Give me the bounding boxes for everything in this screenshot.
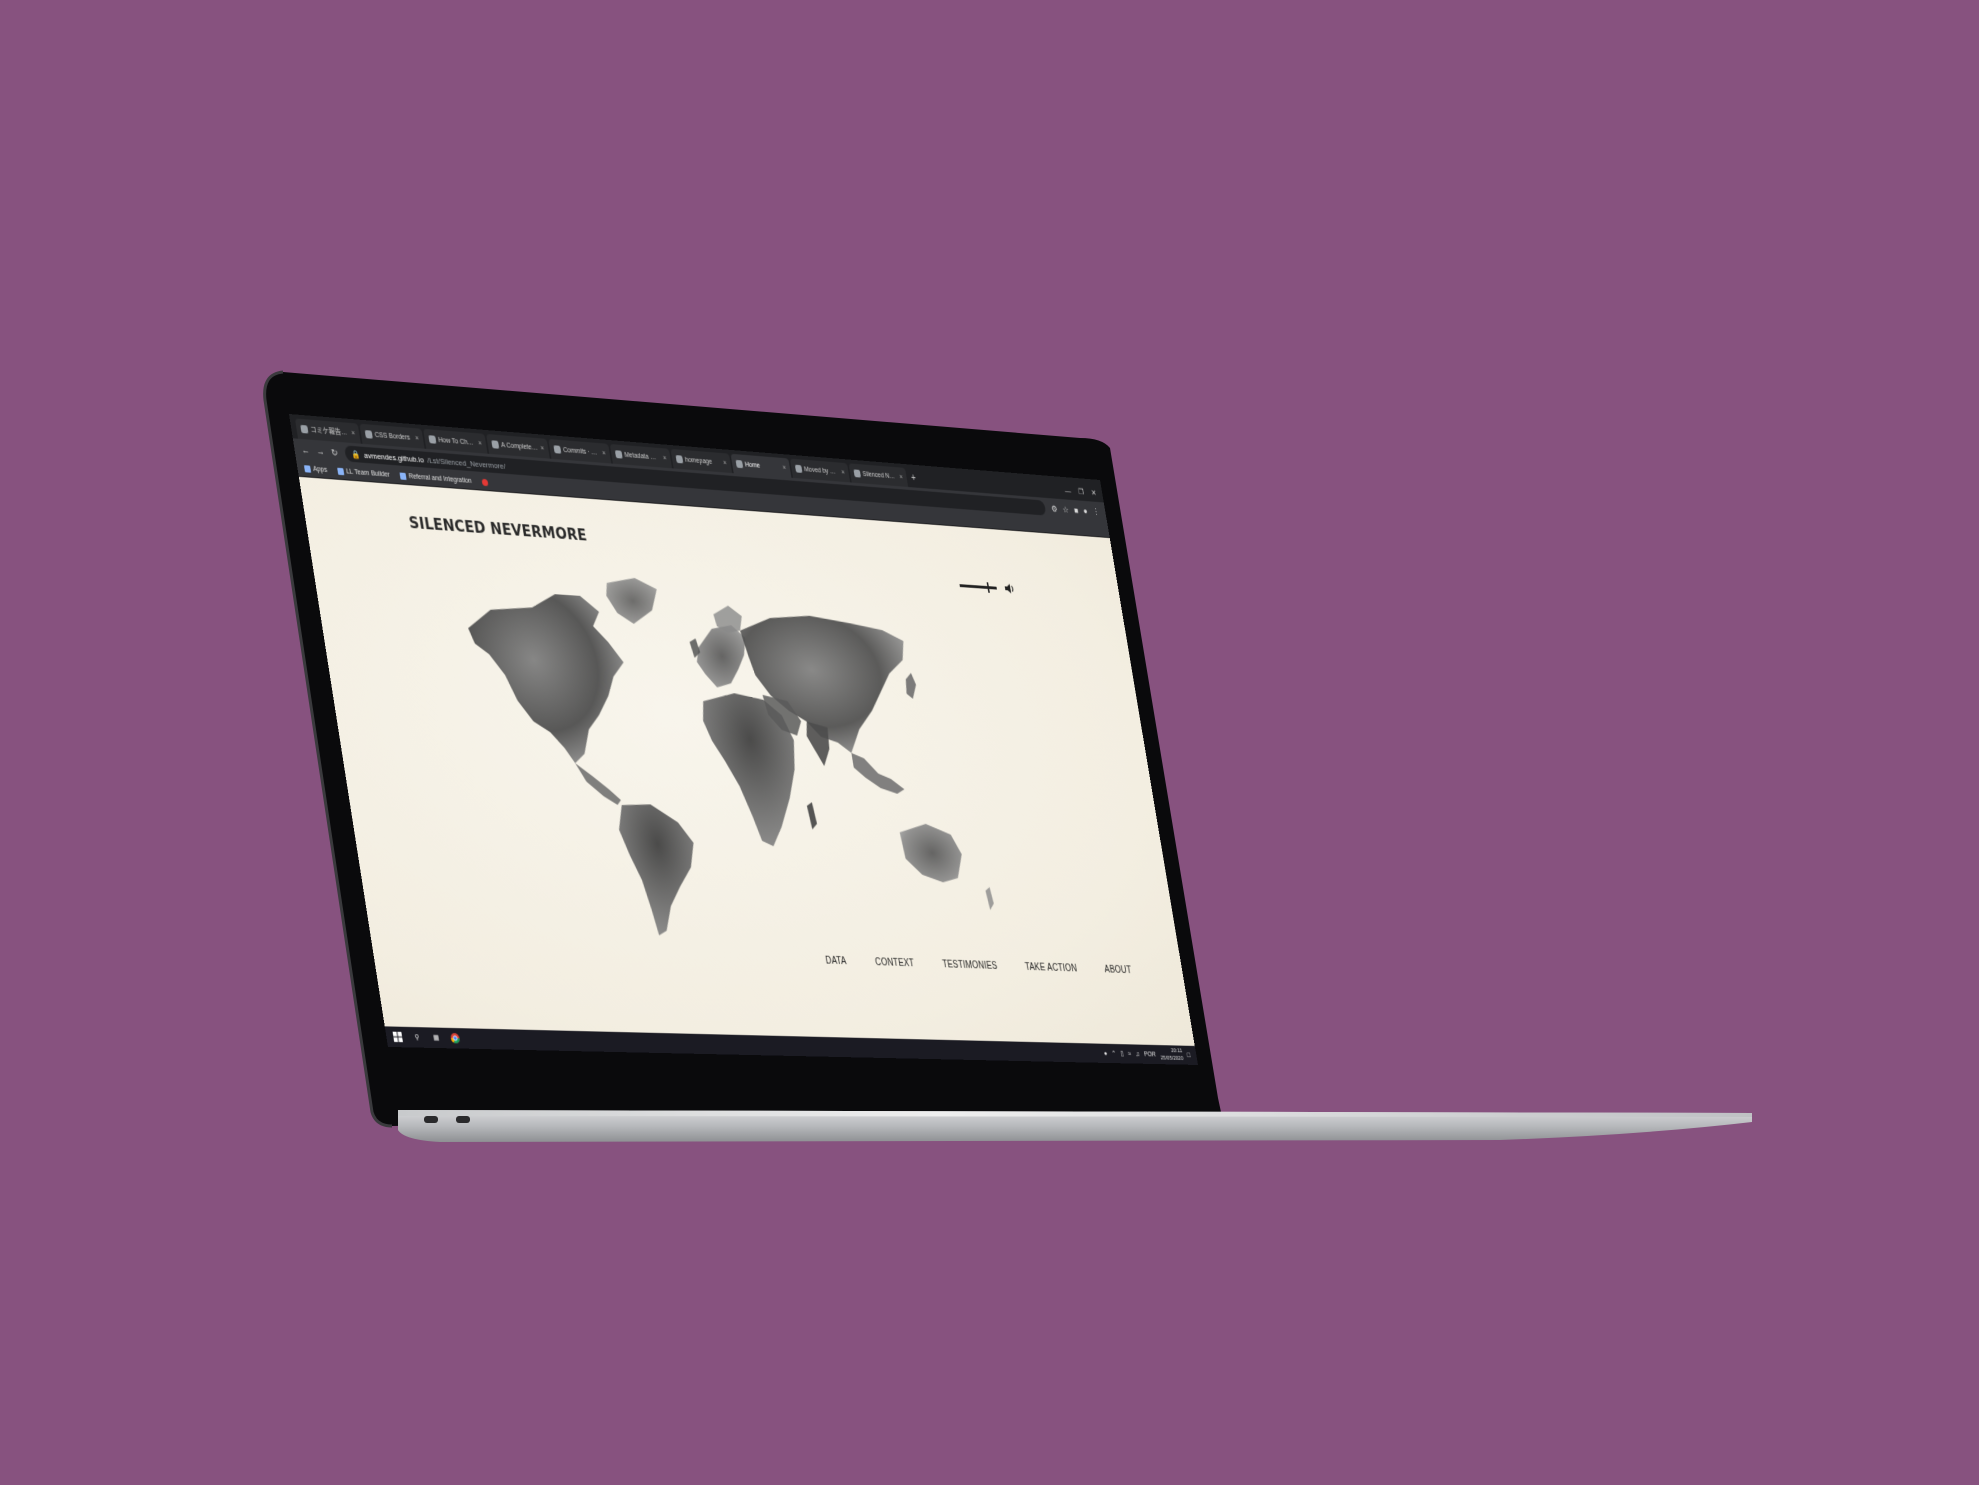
- bookmark-label: LL Team Builder: [345, 468, 391, 479]
- map-madagascar: [806, 801, 818, 830]
- task-view-icon[interactable]: ▦: [431, 1033, 441, 1043]
- tab-title: How To Change Im: [437, 436, 477, 447]
- tab-title: Silenced Nevermo: [862, 470, 898, 481]
- web-page: SILENCED NEVERMORE DATA CONTEXT TESTIMON…: [298, 476, 1195, 1046]
- tab-favicon-icon: [735, 459, 744, 469]
- windows-start-icon[interactable]: [392, 1031, 403, 1043]
- bookmark-icon: [399, 472, 407, 481]
- map-central-america: [575, 763, 622, 806]
- tab-favicon-icon: [553, 445, 562, 454]
- chrome-icon[interactable]: [450, 1033, 461, 1044]
- lock-icon: 🔒: [351, 449, 362, 460]
- bookmark-item[interactable]: [481, 478, 489, 487]
- url-host: avmendes.github.io: [363, 450, 425, 465]
- bookmark-item[interactable]: LL Team Builder: [337, 467, 391, 479]
- tab-close-icon[interactable]: ×: [782, 464, 786, 471]
- tab-title: Moved by Gesti: [803, 465, 840, 476]
- tab-close-icon[interactable]: ×: [662, 455, 666, 462]
- tray-app-icon[interactable]: ●: [1103, 1050, 1107, 1057]
- audio-controls: [959, 579, 1016, 594]
- tab-favicon-icon: [300, 424, 309, 434]
- tab-close-icon[interactable]: ×: [602, 450, 606, 457]
- tab-title: CSS Borders: [374, 431, 411, 442]
- nav-data[interactable]: DATA: [825, 956, 848, 967]
- world-map[interactable]: [449, 557, 1014, 957]
- site-title[interactable]: SILENCED NEVERMORE: [408, 513, 589, 545]
- volume-slider[interactable]: [959, 581, 997, 593]
- system-tray: ● ⌃ ▯ ≈ ♫ POR 20:11 25/05/2020 □: [1103, 1046, 1192, 1063]
- map-japan: [903, 672, 919, 700]
- volume-knob[interactable]: [986, 581, 990, 593]
- map-new-zealand: [984, 886, 995, 911]
- bookmark-item[interactable]: Referral and Integration: [399, 472, 473, 485]
- youtube-icon: [481, 478, 489, 487]
- minimize-icon[interactable]: —: [1064, 486, 1071, 495]
- nav-take-action[interactable]: TAKE ACTION: [1024, 962, 1078, 974]
- search-icon[interactable]: ⚲: [412, 1032, 422, 1042]
- tab-close-icon[interactable]: ×: [540, 445, 545, 452]
- tab-title: homepage: [684, 456, 713, 466]
- notification-icon[interactable]: □: [1187, 1052, 1191, 1059]
- bookmark-label: Apps: [312, 465, 328, 474]
- tab-title: Home: [744, 461, 761, 470]
- close-icon[interactable]: ✕: [1090, 488, 1096, 497]
- tab-close-icon[interactable]: ×: [351, 429, 356, 436]
- tab-favicon-icon: [794, 464, 803, 473]
- tab-favicon-icon: [491, 440, 500, 449]
- wifi-icon[interactable]: ≈: [1128, 1051, 1132, 1058]
- map-south-america: [614, 802, 709, 938]
- map-southeast-asia: [851, 752, 906, 795]
- new-tab-button[interactable]: +: [907, 468, 921, 488]
- tab-close-icon[interactable]: ×: [723, 459, 727, 466]
- clock-date: 25/05/2020: [1160, 1055, 1184, 1062]
- map-greenland: [603, 575, 663, 626]
- laptop-screen: コミケ報告 - design × CSS Borders × How To Change…: [289, 414, 1198, 1065]
- tab-favicon-icon: [614, 450, 623, 459]
- toolbar-extensions: ⚙ ☆ ■ ● ⋮: [1050, 503, 1100, 517]
- tab-title: Metadata Manda: [623, 451, 662, 462]
- tab-title: Commits · AMend: [562, 446, 601, 457]
- tab-close-icon[interactable]: ×: [899, 474, 903, 481]
- chevron-up-icon[interactable]: ⌃: [1111, 1050, 1117, 1058]
- map-north-america: [461, 588, 641, 767]
- bookmark-label: Referral and Integration: [408, 473, 473, 485]
- screen-area: コミケ報告 - design × CSS Borders × How To Change…: [0, 0, 1979, 1485]
- menu-icon[interactable]: ⋮: [1092, 507, 1100, 518]
- tab-favicon-icon: [853, 469, 862, 478]
- battery-icon[interactable]: ▯: [1120, 1050, 1124, 1058]
- tab-favicon-icon: [428, 435, 437, 444]
- maximize-icon[interactable]: ❐: [1078, 487, 1085, 496]
- bookmark-icon: [337, 467, 345, 476]
- forward-icon[interactable]: →: [316, 446, 325, 457]
- tab-favicon-icon: [364, 430, 373, 439]
- clock[interactable]: 20:11 25/05/2020: [1159, 1047, 1184, 1063]
- nav-context[interactable]: CONTEXT: [874, 957, 915, 969]
- site-nav: DATA CONTEXT TESTIMONIES TAKE ACTION ABO…: [825, 956, 1132, 976]
- bookmark-item[interactable]: Apps: [303, 465, 328, 474]
- tab-close-icon[interactable]: ×: [841, 469, 845, 476]
- tab-title: A Complete Guide: [500, 441, 539, 452]
- back-icon[interactable]: ←: [301, 445, 310, 456]
- speaker-icon[interactable]: [1003, 583, 1016, 595]
- scene-background: コミケ報告 - design × CSS Borders × How To Change…: [0, 0, 1979, 1485]
- url-path: /Lst/Silenced_Nevermore/: [426, 455, 507, 471]
- puzzle-icon[interactable]: ■: [1073, 505, 1079, 516]
- star-icon[interactable]: ☆: [1062, 504, 1070, 515]
- tab-favicon-icon: [675, 455, 684, 464]
- tab-close-icon[interactable]: ×: [478, 440, 483, 447]
- volume-icon[interactable]: ♫: [1135, 1051, 1140, 1058]
- reload-icon[interactable]: ↻: [330, 447, 338, 459]
- language-indicator[interactable]: POR: [1144, 1051, 1157, 1058]
- tab-title: コミケ報告 - design: [310, 426, 350, 438]
- apps-grid-icon: [303, 465, 312, 473]
- nav-testimonies[interactable]: TESTIMONIES: [942, 959, 998, 971]
- profile-icon[interactable]: ●: [1083, 506, 1089, 517]
- map-australia: [898, 822, 967, 884]
- nav-about[interactable]: ABOUT: [1104, 965, 1133, 976]
- extension-icon[interactable]: ⚙: [1050, 503, 1058, 514]
- tab-close-icon[interactable]: ×: [415, 435, 420, 442]
